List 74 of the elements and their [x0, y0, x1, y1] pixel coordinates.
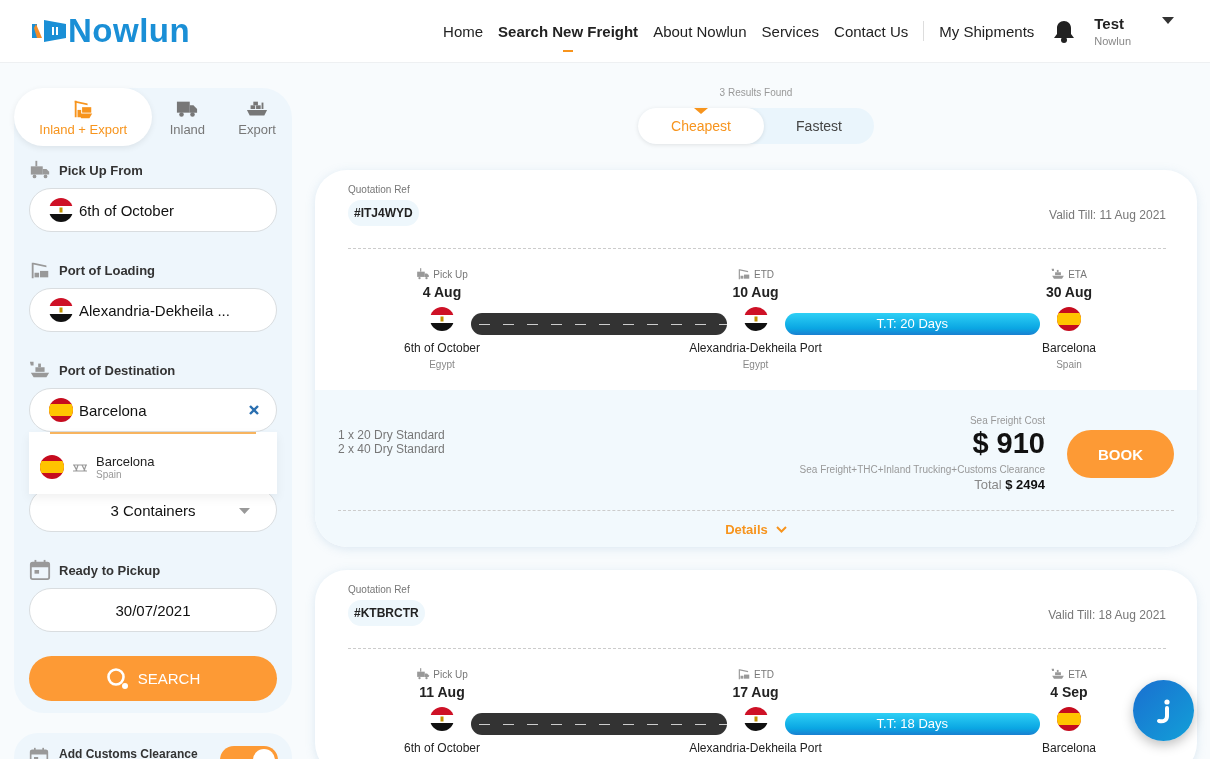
stop-name: Barcelona	[1041, 741, 1096, 755]
user-company: Nowlun	[1094, 35, 1131, 47]
location-field[interactable]: Alexandria-Dekheila ...	[29, 288, 277, 332]
stop-name: Alexandria-Dekheila Port	[689, 341, 822, 355]
crane-icon	[737, 667, 751, 681]
nav-link[interactable]: Services	[761, 22, 820, 40]
truck-icon	[416, 667, 431, 681]
caret-icon	[1162, 16, 1174, 24]
valid-till: Valid Till: 18 Aug 2021	[1048, 608, 1166, 622]
cost-label: Sea Freight Cost	[969, 415, 1045, 426]
truck-icon	[416, 267, 431, 281]
suggestion-item[interactable]: Barcelona Spain	[29, 434, 277, 480]
stop-label: ETA	[1068, 268, 1087, 280]
mode-tab[interactable]: Inland	[152, 88, 223, 146]
valid-till: Valid Till: 11 Aug 2021	[1049, 208, 1166, 222]
suggestion-name: Barcelona	[96, 454, 155, 469]
total-price: Total $ 2494	[974, 477, 1045, 492]
bell-icon	[1053, 19, 1076, 43]
stop-label: ETD	[754, 668, 774, 680]
stop-label: ETD	[754, 268, 774, 280]
quote-ref: #KTBRCTR	[348, 600, 425, 626]
quote-ref: #ITJ4WYD	[348, 200, 419, 226]
field-label: Pick Up From	[59, 162, 143, 178]
stop-date: 10 Aug	[732, 284, 779, 300]
logo-text: Nowlun	[68, 12, 191, 50]
mode-tab[interactable]: Export	[222, 88, 292, 146]
field-label: Ready to Pickup	[59, 562, 161, 578]
stop-label: ETA	[1068, 668, 1087, 680]
stop-name: 6th of October	[404, 741, 481, 755]
stop-date: 30 Aug	[1045, 284, 1093, 300]
location-field[interactable]: Barcelona	[29, 388, 277, 432]
customs-label: Add Customs Clearance	[59, 748, 198, 759]
stop-date: 4 Sep	[1050, 684, 1088, 700]
stop-name: Alexandria-Dekheila Port	[689, 741, 822, 755]
stop-date: 4 Aug	[422, 284, 462, 300]
stop-name: 6th of October	[404, 341, 481, 355]
stop-date: 11 Aug	[419, 684, 465, 700]
search-icon	[105, 666, 130, 691]
logo-icon	[32, 18, 66, 44]
stop-country: Spain	[1056, 359, 1082, 370]
stop-country: Egypt	[429, 359, 455, 370]
container-line: 1 x 20 Dry Standard	[338, 428, 445, 442]
field-label: Port of Destination	[59, 362, 176, 378]
stop-label: Pick Up	[433, 268, 468, 280]
nav-link[interactable]: About Nowlun	[653, 22, 747, 40]
suggestion-country: Spain	[96, 469, 123, 480]
container-line: 2 x 40 Dry Standard	[338, 442, 445, 456]
price-includes: Sea Freight+THC+Inland Trucking+Customs Clearance	[799, 464, 1045, 475]
sort-tab[interactable]: Fastest	[764, 108, 874, 144]
port-icon	[72, 462, 88, 472]
nav-link[interactable]: My Shipments	[939, 22, 1035, 40]
stop-label: Pick Up	[433, 668, 468, 680]
results-count: 3 Results Found	[719, 87, 793, 98]
calendar-icon	[29, 559, 51, 581]
nav-link[interactable]: Home	[443, 22, 484, 40]
transit-bar: T.T: 20 Days	[784, 313, 1040, 335]
transit-bar: T.T: 18 Days	[784, 713, 1040, 735]
ref-label: Quotation Ref	[348, 584, 411, 595]
user-name: Test	[1094, 15, 1126, 32]
location-field[interactable]: 6th of October	[29, 188, 277, 232]
ship-icon	[1051, 267, 1066, 281]
crane-icon	[737, 267, 751, 281]
stop-date: 17 Aug	[732, 684, 779, 700]
field-label: Port of Loading	[59, 262, 156, 278]
caret-icon	[239, 508, 250, 514]
chevron-icon	[775, 526, 787, 533]
ship-icon	[1051, 667, 1066, 681]
truck-icon	[29, 159, 51, 181]
date-field[interactable]: 30/07/2021	[29, 588, 277, 632]
stop-name: Barcelona	[1041, 341, 1096, 355]
stop-country: Egypt	[742, 359, 769, 370]
nav-link[interactable]: Contact Us	[834, 22, 909, 40]
price: $ 910	[972, 427, 1045, 460]
ref-label: Quotation Ref	[348, 184, 411, 195]
